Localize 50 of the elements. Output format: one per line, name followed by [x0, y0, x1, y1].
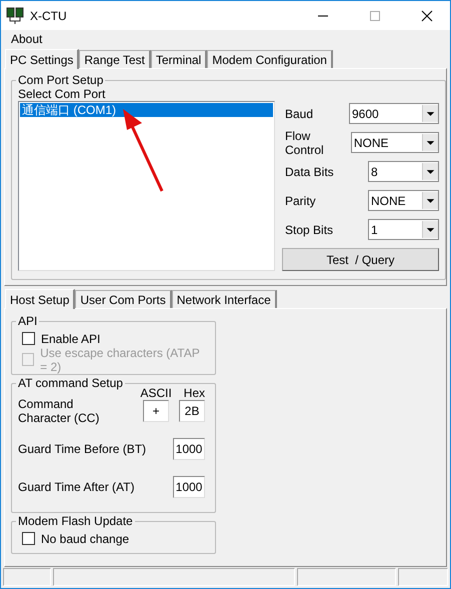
input-field[interactable]: 1000	[173, 476, 205, 498]
checkbox[interactable]	[22, 332, 35, 345]
column-header: ASCII	[140, 386, 172, 400]
port-item[interactable]: 通信端口 (COM1)	[20, 103, 273, 117]
menu-item[interactable]: About	[9, 32, 44, 46]
checkbox-label: No baud change	[41, 532, 130, 546]
tab[interactable]: Network Interface	[172, 290, 277, 308]
dropdown[interactable]: NONE	[368, 190, 439, 211]
dropdown[interactable]: NONE	[350, 132, 439, 153]
field-label: Guard Time After (AT)	[18, 480, 134, 494]
port-list[interactable]: 通信端口 (COM1)	[18, 101, 275, 271]
setting-label: Flow Control	[285, 128, 325, 156]
tab[interactable]: Range Test	[79, 50, 151, 68]
checkbox-label: Enable API	[41, 332, 100, 346]
input-field[interactable]: 2B	[179, 400, 205, 422]
dropdown[interactable]: 8	[368, 161, 439, 182]
caret-icon	[422, 134, 438, 151]
status-pane	[3, 568, 51, 586]
checkbox[interactable]	[22, 532, 35, 545]
setting-label: Parity	[285, 194, 316, 208]
caret-icon	[422, 163, 438, 180]
checkbox-label: Use escape characters (ATAP = 2)	[40, 346, 201, 374]
tab[interactable]: Host Setup	[5, 289, 76, 309]
dropdown[interactable]: 1	[368, 219, 439, 240]
input-field[interactable]: +	[143, 400, 169, 422]
caret-icon	[422, 221, 438, 238]
list-label: Select Com Port	[18, 87, 106, 101]
tab[interactable]: Terminal	[150, 50, 208, 68]
field-label: Command Character (CC)	[18, 397, 100, 425]
group-title: AT command Setup	[17, 376, 124, 390]
test-query-button[interactable]: Test / Query	[282, 248, 439, 271]
column-header: Hex	[184, 386, 205, 400]
setting-label: Baud	[285, 106, 314, 120]
setting-label: Stop Bits	[285, 222, 334, 236]
tab[interactable]: User Com Ports	[75, 290, 172, 308]
window-title: X-CTU	[30, 8, 67, 22]
caret-icon	[422, 105, 438, 122]
close-icon[interactable]	[421, 10, 433, 22]
tab[interactable]: Modem Configuration	[207, 50, 333, 68]
app-icon	[6, 6, 24, 24]
group-title: Com Port Setup	[17, 73, 104, 87]
field-label: Guard Time Before (BT)	[18, 442, 146, 456]
group-title: Modem Flash Update	[17, 514, 134, 528]
input-field[interactable]: 1000	[173, 438, 205, 460]
tab[interactable]: PC Settings	[5, 49, 80, 69]
dropdown[interactable]: 9600	[349, 103, 439, 124]
group-title: API	[17, 314, 38, 328]
setting-label: Data Bits	[285, 164, 334, 178]
status-pane	[398, 568, 448, 586]
caret-icon	[422, 192, 438, 209]
